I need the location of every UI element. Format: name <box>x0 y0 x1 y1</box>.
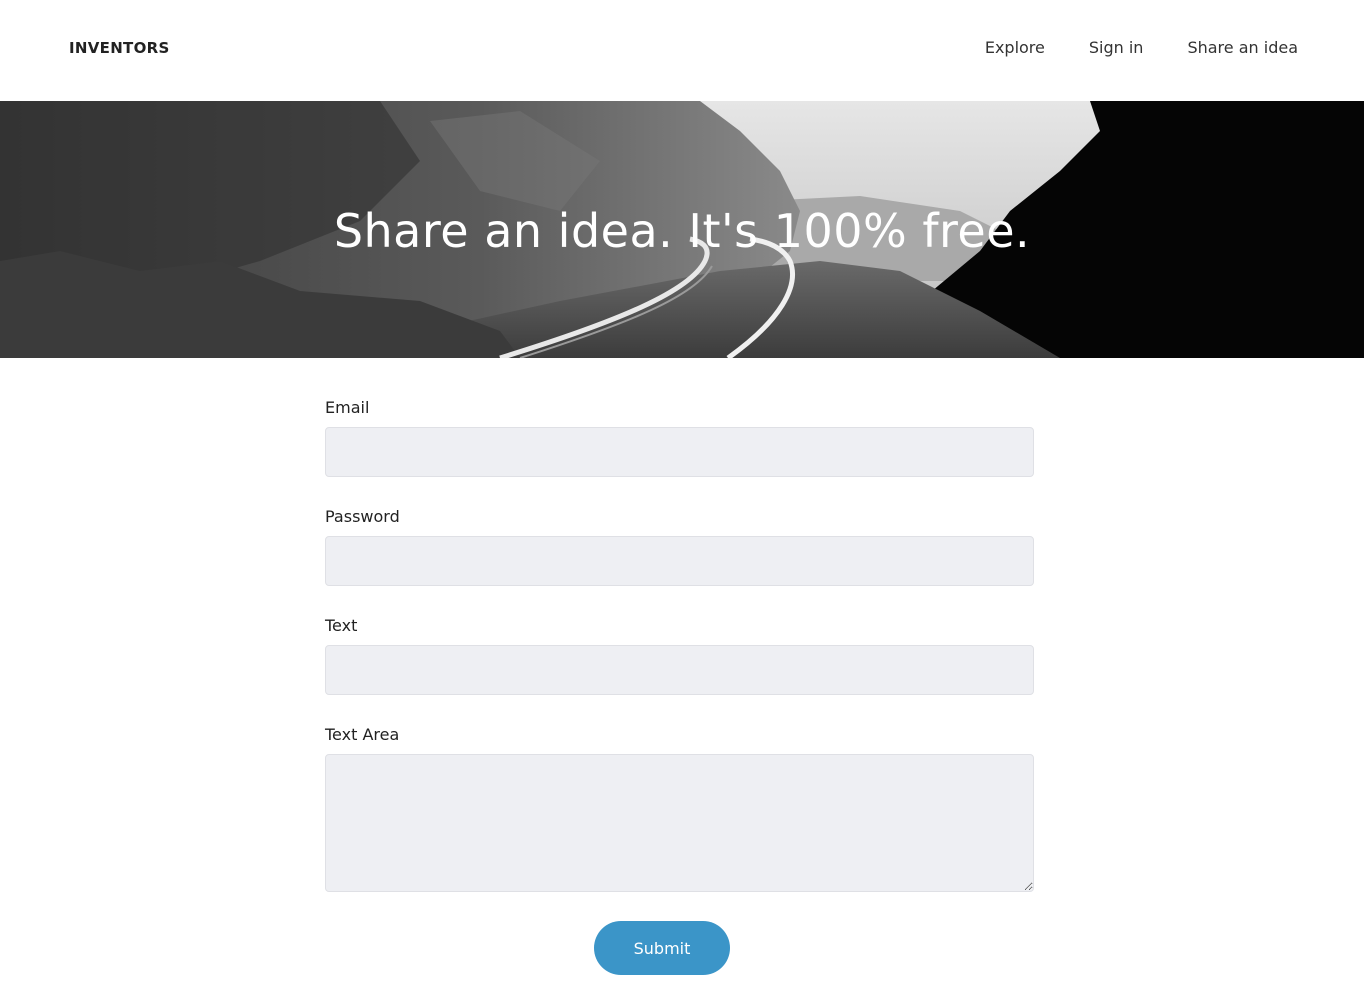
nav-link-sign-in[interactable]: Sign in <box>1089 38 1144 57</box>
password-label: Password <box>325 507 400 526</box>
submit-row: Submit <box>325 921 1034 975</box>
email-field[interactable] <box>325 427 1034 477</box>
email-label: Email <box>325 398 370 417</box>
brand-logo[interactable]: INVENTORS <box>69 39 170 57</box>
nav-links: Explore Sign in Share an idea <box>985 38 1298 57</box>
idea-form: Email Password Text Text Area Submit <box>325 358 1034 975</box>
password-field[interactable] <box>325 536 1034 586</box>
textarea-label: Text Area <box>325 725 400 744</box>
hero-banner: Share an idea. It's 100% free. <box>0 101 1364 358</box>
nav-link-explore[interactable]: Explore <box>985 38 1045 57</box>
nav-link-share-an-idea[interactable]: Share an idea <box>1187 38 1298 57</box>
submit-button[interactable]: Submit <box>594 921 730 975</box>
navbar: INVENTORS Explore Sign in Share an idea <box>0 0 1364 101</box>
text-label: Text <box>325 616 358 635</box>
hero-title: Share an idea. It's 100% free. <box>333 204 1031 258</box>
text-area-field[interactable] <box>325 754 1034 892</box>
text-field[interactable] <box>325 645 1034 695</box>
